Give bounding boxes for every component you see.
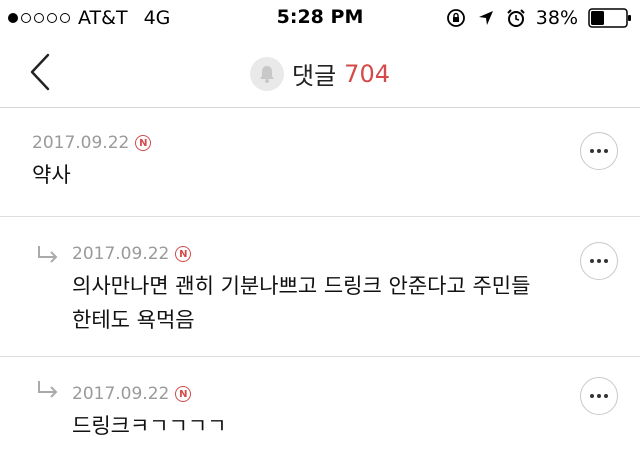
title-label: 댓글	[292, 62, 337, 90]
comment-meta: 2017.09.22 N	[72, 384, 192, 404]
more-options-button[interactable]	[580, 377, 618, 415]
comment-meta: 2017.09.22 N	[32, 133, 152, 153]
comment-meta: 2017.09.22 N	[72, 244, 192, 264]
comment-text: 의사만나면 괜히 기분나쁘고 드링크 안준다고 주민들 한테도 욕먹음	[72, 269, 530, 337]
rotation-lock-icon	[446, 8, 466, 28]
comment-text-line: 의사만나면 괜히 기분나쁘고 드링크 안준다고 주민들	[72, 274, 531, 298]
comment-date: 2017.09.22	[72, 384, 170, 404]
comment-date: 2017.09.22	[32, 133, 130, 153]
ellipsis-dot	[597, 259, 601, 263]
battery-percentage: 38%	[535, 7, 578, 29]
bell-icon[interactable]	[250, 56, 284, 91]
reply-item: 2017.09.22 N 드링크ㅋㄱㄱㄱㄱ	[0, 357, 640, 462]
ellipsis-dot	[590, 149, 594, 153]
ellipsis-dot	[597, 149, 601, 153]
ellipsis-dot	[604, 394, 608, 398]
status-right: 38%	[446, 7, 632, 29]
location-arrow-icon	[476, 8, 496, 28]
more-options-button[interactable]	[580, 132, 618, 170]
reply-arrow-icon	[38, 246, 58, 263]
comment-text-line: 한테도 욕먹음	[72, 308, 195, 332]
new-badge: N	[135, 135, 152, 151]
more-options-button[interactable]	[580, 242, 618, 280]
new-badge: N	[175, 246, 192, 262]
navigation-bar: 댓글 704	[0, 38, 640, 108]
comment-date: 2017.09.22	[72, 244, 170, 264]
comment-count: 704	[344, 59, 390, 88]
comment-text: 약사	[32, 163, 71, 187]
comment-item: 2017.09.22 N 약사	[0, 108, 640, 217]
reply-arrow-icon	[38, 381, 58, 398]
ellipsis-dot	[590, 259, 594, 263]
new-badge: N	[175, 386, 192, 402]
page-title: 댓글 704	[0, 56, 640, 91]
reply-item: 2017.09.22 N 의사만나면 괜히 기분나쁘고 드링크 안준다고 주민들…	[0, 217, 640, 357]
battery-icon	[588, 8, 632, 28]
status-bar: AT&T 4G 5:28 PM 38%	[0, 0, 640, 38]
comment-text: 드링크ㅋㄱㄱㄱㄱ	[72, 414, 227, 438]
ellipsis-dot	[590, 394, 594, 398]
ellipsis-dot	[604, 149, 608, 153]
alarm-clock-icon	[506, 8, 526, 28]
ellipsis-dot	[604, 259, 608, 263]
ellipsis-dot	[597, 394, 601, 398]
